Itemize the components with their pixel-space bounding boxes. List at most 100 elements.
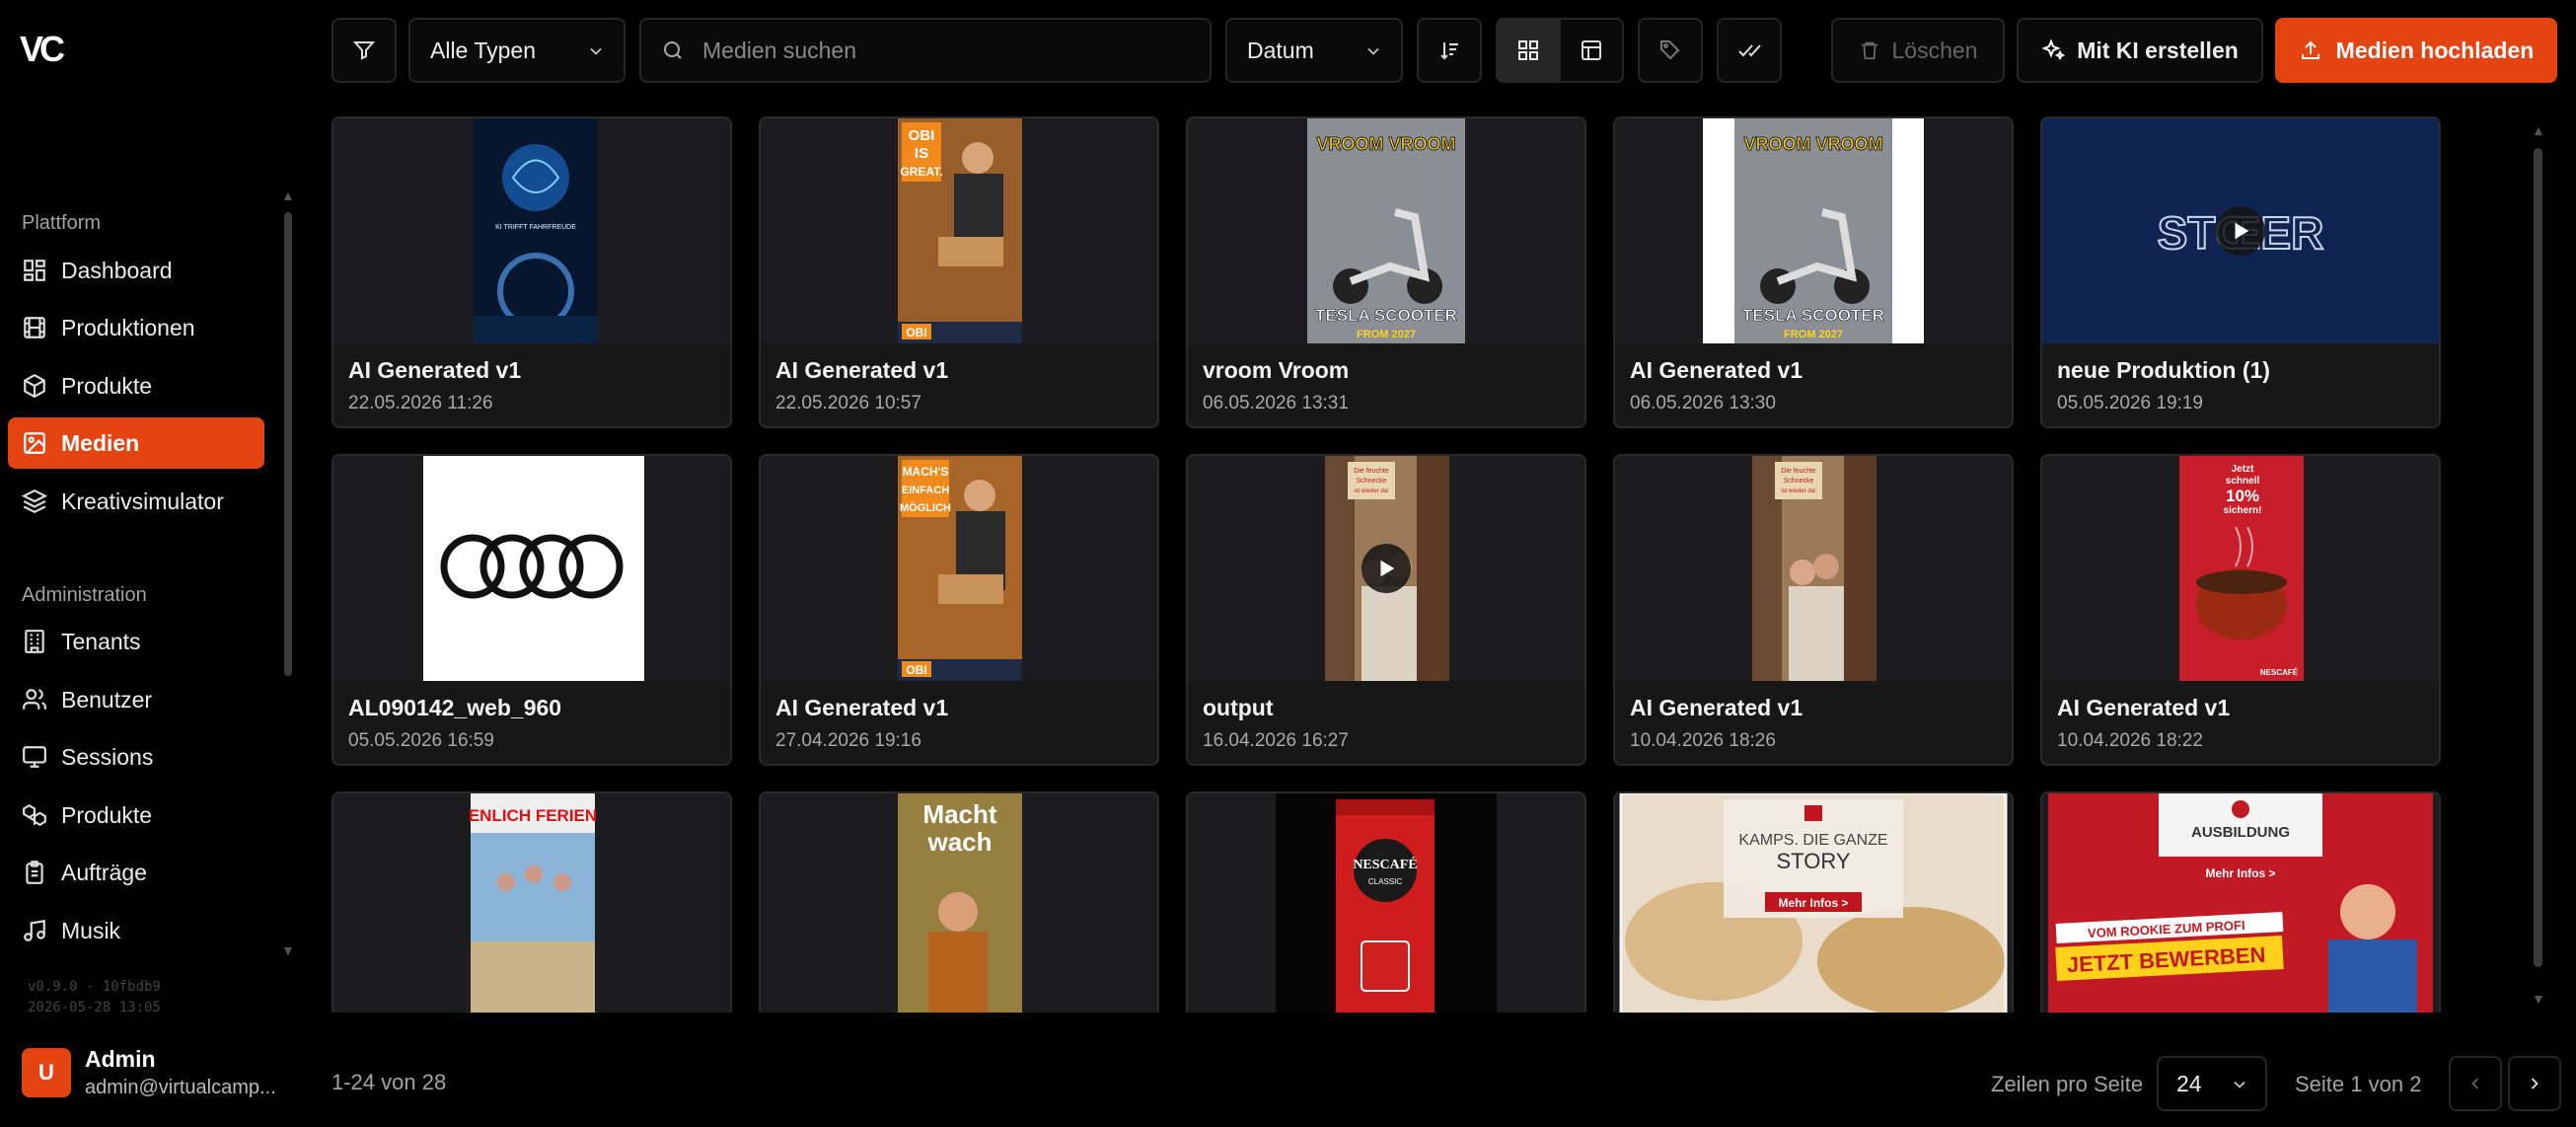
media-card[interactable]: Die feuchte Schnecke ist wieder da! AI G…	[1613, 454, 2014, 766]
chevron-down-icon	[1367, 47, 1379, 55]
media-card[interactable]: KI TRIFFT FAHRFREUDE AI Generated v1 22.…	[331, 116, 732, 428]
select-all-button[interactable]	[1717, 18, 1782, 83]
media-date: 05.05.2026 16:59	[348, 730, 494, 751]
media-title: AI Generated v1	[2057, 695, 2231, 720]
media-card[interactable]: VROOM VROOM TESLA SCOOTER FROM 2027 AI G…	[1613, 116, 2014, 428]
thumb-caption: OBI	[909, 127, 935, 144]
media-card[interactable]: VROOM VROOM TESLA SCOOTER FROM 2027 vroo…	[1186, 116, 1586, 428]
thumb-caption: Mehr Infos >	[1778, 896, 1848, 910]
sidebar-item-sessions[interactable]: Sessions	[8, 731, 264, 783]
grid-view-button[interactable]	[1496, 18, 1561, 83]
sidebar-item-tenants[interactable]: Tenants	[8, 616, 264, 667]
logo[interactable]: VC	[20, 30, 71, 69]
media-date: 27.04.2026 19:16	[775, 730, 921, 751]
user-menu[interactable]: U Admin admin@virtualcamp...	[22, 1046, 276, 1099]
box-icon	[22, 373, 47, 399]
sidebar-item-auftraege[interactable]: Aufträge	[8, 847, 264, 898]
app-root: VC Plattform Dashboard Produktionen Prod…	[0, 0, 2576, 1127]
sort-direction-button[interactable]	[1417, 18, 1482, 83]
media-title: AI Generated v1	[348, 357, 522, 383]
thumb-caption: ENLICH FERIEN	[469, 806, 597, 825]
filter-button[interactable]	[331, 18, 397, 83]
grid-scrollbar[interactable]	[2534, 148, 2542, 967]
sort-icon	[1440, 42, 1458, 60]
search-input[interactable]: Medien suchen	[639, 18, 1212, 83]
play-icon[interactable]	[2216, 206, 2265, 256]
thumb-caption: STORY	[1777, 849, 1851, 873]
logo-text: VC	[20, 30, 65, 69]
sparkles-icon	[2041, 38, 2066, 61]
sidebar-nav: Plattform Dashboard Produktionen Produkt…	[0, 192, 296, 1016]
thumb-caption: Schnecke	[1357, 478, 1387, 485]
tag-button[interactable]	[1638, 18, 1703, 83]
section-label-platform: Plattform	[22, 212, 102, 234]
chevron-down-icon	[590, 47, 602, 55]
chevron-right-icon	[2531, 1078, 2539, 1089]
trash-icon	[1861, 41, 1877, 60]
next-page-button[interactable]	[2508, 1056, 2561, 1111]
previous-page-button[interactable]	[2449, 1056, 2502, 1111]
users-icon	[22, 687, 47, 713]
sidebar-item-kreativsimulator[interactable]: Kreativsimulator	[8, 476, 264, 527]
media-card[interactable]: Macht wach	[759, 791, 1159, 1013]
media-card[interactable]: KAMPS. DIE GANZE STORY Mehr Infos >	[1613, 791, 2014, 1013]
sidebar-scroll-down-icon[interactable]: ▼	[281, 942, 295, 958]
media-thumbnail: Jetzt schnell 10% sichern! NESCAFÉ	[2042, 456, 2439, 681]
thumb-caption: Mehr Infos >	[2205, 866, 2275, 880]
media-card[interactable]: AL090142_web_960 05.05.2026 16:59	[331, 454, 732, 766]
sidebar-item-produkte-admin[interactable]: Produkte	[8, 789, 264, 841]
user-email: admin@virtualcamp...	[85, 1077, 276, 1098]
thumb-caption: NESCAFÉ	[2260, 668, 2299, 677]
thumb-caption: NESCAFÉ	[1353, 856, 1417, 872]
thumb-caption: AUSBILDUNG	[2191, 824, 2290, 841]
sidebar-scrollbar[interactable]	[284, 212, 292, 676]
media-card[interactable]: AUSBILDUNG Mehr Infos > VOM ROOKIE ZUM P…	[2040, 791, 2441, 1013]
media-card[interactable]: Die feuchte Schnecke ist wieder da! outp…	[1186, 454, 1586, 766]
media-thumbnail: KI TRIFFT FAHRFREUDE	[333, 118, 730, 343]
thumb-caption: TESLA SCOOTER	[1315, 306, 1457, 325]
sidebar-item-medien[interactable]: Medien	[8, 417, 264, 469]
sidebar-item-label: Kreativsimulator	[61, 488, 224, 514]
sidebar-scroll-up-icon[interactable]: ▲	[281, 188, 295, 203]
grid-scroll-down-icon[interactable]: ▼	[2532, 991, 2545, 1007]
monitor-icon	[22, 744, 47, 770]
grid-scroll-up-icon[interactable]: ▲	[2532, 122, 2545, 138]
media-thumbnail: NESCAFÉ CLASSIC	[1188, 793, 1584, 1013]
thumb-caption: Die feuchte	[1354, 468, 1389, 475]
media-card[interactable]: OBI IS GREAT. OBI AI Generated v1 22.05.…	[759, 116, 1159, 428]
media-card[interactable]: ENLICH FERIEN	[331, 791, 732, 1013]
media-card[interactable]: MACH'S EINFACH MÖGLICH OBI AI Generated …	[759, 454, 1159, 766]
pagination-bar: 1-24 von 28 Zeilen pro Seite 24 Seite 1 …	[331, 1054, 2561, 1113]
rows-per-page-select[interactable]: 24	[2157, 1056, 2267, 1111]
music-icon	[22, 918, 47, 943]
media-grid: KI TRIFFT FAHRFREUDE AI Generated v1 22.…	[331, 116, 2453, 1013]
delete-label: Löschen	[1891, 37, 1978, 63]
media-card[interactable]: Jetzt schnell 10% sichern! NESCAFÉ AI Ge…	[2040, 454, 2441, 766]
thumb-caption: FROM 2027	[1357, 329, 1416, 340]
sidebar-item-produktionen[interactable]: Produktionen	[8, 302, 264, 353]
thumb-caption: EINFACH	[902, 485, 949, 496]
sidebar-item-musik[interactable]: Musik	[8, 905, 264, 956]
media-card[interactable]: STŒER neue Produktion (1) 05.05.2026 19:…	[2040, 116, 2441, 428]
sort-field-value: Datum	[1247, 37, 1314, 63]
table-view-button[interactable]	[1559, 18, 1624, 83]
sidebar-item-label: Produkte	[61, 372, 153, 399]
create-with-ai-button[interactable]: Mit KI erstellen	[2017, 18, 2263, 83]
create-with-ai-label: Mit KI erstellen	[2077, 37, 2239, 63]
sidebar-item-benutzer[interactable]: Benutzer	[8, 674, 264, 725]
type-filter-select[interactable]: Alle Typen	[408, 18, 626, 83]
media-card[interactable]: NESCAFÉ CLASSIC	[1186, 791, 1586, 1013]
upload-icon	[2301, 40, 2319, 59]
thumb-caption: ist wieder da!	[1781, 488, 1816, 494]
media-date: 10.04.2026 18:26	[1630, 730, 1776, 751]
image-icon	[22, 430, 47, 456]
play-icon[interactable]	[1362, 544, 1411, 593]
upload-media-button[interactable]: Medien hochladen	[2275, 18, 2557, 83]
thumb-caption: MACH'S	[903, 465, 949, 479]
delete-button[interactable]: Löschen	[1831, 18, 2005, 83]
sidebar-item-produkte[interactable]: Produkte	[8, 360, 264, 412]
sidebar-item-dashboard[interactable]: Dashboard	[8, 245, 264, 296]
sort-field-select[interactable]: Datum	[1225, 18, 1403, 83]
sidebar-item-label: Benutzer	[61, 686, 153, 713]
media-title: AI Generated v1	[1630, 357, 1803, 383]
